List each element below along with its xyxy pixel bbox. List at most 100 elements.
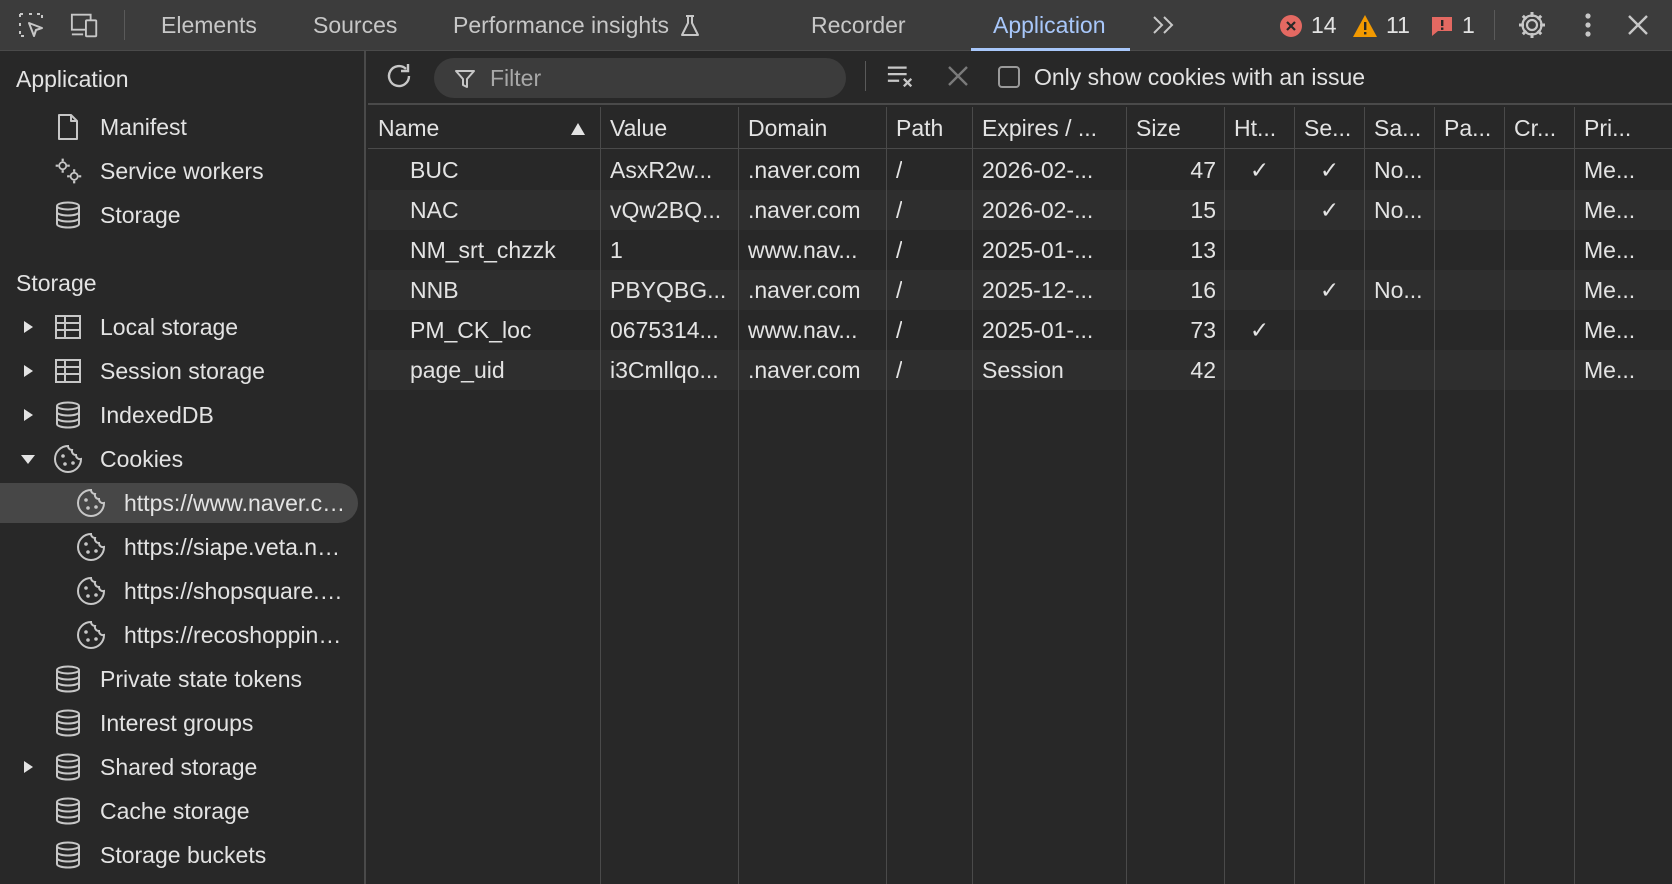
column-divider[interactable] [1504,107,1505,884]
cell-name: PM_CK_loc [410,316,532,343]
issue-count-badge[interactable]: 1 [1430,12,1475,39]
sidebar-item-label: Cache storage [100,797,250,824]
cell-priority: Me... [1584,236,1636,263]
cell-size: 16 [1190,276,1216,303]
cell-size: 47 [1190,156,1216,183]
more-tabs-chevron-icon[interactable] [1149,10,1179,40]
column-header-path[interactable]: Path [896,108,943,148]
column-header-domain[interactable]: Domain [748,108,827,148]
column-header-cross-site[interactable]: Cr... [1514,108,1556,148]
cell-samesite: No... [1374,156,1423,183]
cell-domain: .naver.com [748,156,861,183]
cell-value: 0675314... [610,316,719,343]
cell-priority: Me... [1584,356,1636,383]
sidebar-item-label: Session storage [100,357,265,384]
column-header-secure[interactable]: Se... [1304,108,1351,148]
sidebar-item-interest-groups[interactable]: Interest groups [0,703,358,743]
cell-priority: Me... [1584,156,1636,183]
column-divider[interactable] [1126,107,1127,884]
sidebar-item-label: https://www.naver.com [124,489,346,516]
column-divider[interactable] [1574,107,1575,884]
cell-value: AsxR2w... [610,156,713,183]
column-header-value[interactable]: Value [610,108,667,148]
inspect-element-icon[interactable] [16,10,46,40]
device-toolbar-icon[interactable] [70,10,100,40]
sidebar-item-label: Manifest [100,113,187,140]
sidebar-item-cookie-origin[interactable]: https://recoshopping.naver.com [0,615,358,655]
database-icon [53,752,83,782]
sidebar-item-label: https://recoshopping.naver.com [124,621,350,648]
tab-application[interactable]: Application [971,0,1129,51]
sidebar-item-indexeddb[interactable]: IndexedDB [0,395,358,435]
only-issue-checkbox[interactable] [998,66,1020,88]
sidebar-item-manifest[interactable]: Manifest [0,107,358,147]
filter-box[interactable] [434,58,846,98]
sidebar-item-cookie-origin[interactable]: https://siape.veta.naver.com [0,527,358,567]
sidebar-item-private-state-tokens[interactable]: Private state tokens [0,659,358,699]
cell-expires: 2026-02-... [982,156,1094,183]
column-header-priority[interactable]: Pri... [1584,108,1631,148]
column-header-name[interactable]: Name [378,108,439,148]
toolbar-divider [865,61,866,91]
column-divider[interactable] [972,107,973,884]
cell-value: PBYQBG... [610,276,727,303]
expand-arrow-icon[interactable] [20,319,36,335]
collapse-arrow-icon[interactable] [20,451,36,467]
sidebar-item-shared-storage[interactable]: Shared storage [0,747,358,787]
expand-arrow-icon[interactable] [20,407,36,423]
sidebar-item-cookie-origin[interactable]: https://shopsquare.naver.com [0,571,358,611]
column-header-expires[interactable]: Expires / ... [982,108,1120,148]
cell-domain: .naver.com [748,276,861,303]
column-divider[interactable] [1364,107,1365,884]
sidebar-item-session-storage[interactable]: Session storage [0,351,358,391]
refresh-icon[interactable] [384,61,414,91]
sidebar-item-label: Shared storage [100,753,258,780]
settings-gear-icon[interactable] [1517,10,1547,40]
tab-elements[interactable]: Elements [161,0,257,51]
cell-domain: .naver.com [748,196,861,223]
cookies-toolbar: Only show cookies with an issue [368,51,1672,105]
more-options-icon[interactable] [1573,10,1603,40]
column-header-samesite[interactable]: Sa... [1374,108,1421,148]
tab-performance-insights[interactable]: Performance insights [453,0,701,51]
cell-path: / [896,236,903,263]
only-issue-label[interactable]: Only show cookies with an issue [1034,64,1365,91]
column-divider[interactable] [738,107,739,884]
column-header-partition-key[interactable]: Pa... [1444,108,1491,148]
cell-priority: Me... [1584,316,1636,343]
clear-all-cookies-icon[interactable] [886,61,916,91]
error-count-badge[interactable]: 14 [1279,12,1337,39]
cell-name: NAC [410,196,459,223]
column-divider[interactable] [600,107,601,884]
filter-input[interactable] [490,64,820,92]
issue-icon [1432,16,1452,36]
delete-selected-icon[interactable] [943,61,973,91]
sidebar-item-storage-buckets[interactable]: Storage buckets [0,835,358,875]
tab-recorder[interactable]: Recorder [811,0,906,51]
document-icon [53,112,83,142]
sidebar-item-local-storage[interactable]: Local storage [0,307,358,347]
column-divider[interactable] [886,107,887,884]
sidebar-item-cookie-origin[interactable]: https://www.naver.com [0,483,358,523]
column-divider[interactable] [1434,107,1435,884]
column-header-size[interactable]: Size [1136,108,1181,148]
sidebar-item-label: Private state tokens [100,665,302,692]
cell-value: vQw2BQ... [610,196,722,223]
tab-sources[interactable]: Sources [313,0,397,51]
cell-httponly [1225,190,1294,230]
cell-name: BUC [410,156,459,183]
cell-value: 1 [610,236,623,263]
sidebar-item-cookies[interactable]: Cookies [0,439,358,479]
expand-arrow-icon[interactable] [20,759,36,775]
expand-arrow-icon[interactable] [20,363,36,379]
warning-count-badge[interactable]: 11 [1352,12,1410,39]
cell-domain: .naver.com [748,356,861,383]
close-devtools-icon[interactable] [1623,10,1653,40]
sidebar-item-cache-storage[interactable]: Cache storage [0,791,358,831]
sidebar-item-label: Storage buckets [100,841,267,868]
sidebar-item-service-workers[interactable]: Service workers [0,151,358,191]
sidebar-item-storage[interactable]: Storage [0,195,358,235]
cell-priority: Me... [1584,196,1636,223]
filter-funnel-icon [455,70,475,88]
column-header-httponly[interactable]: Ht... [1234,108,1276,148]
